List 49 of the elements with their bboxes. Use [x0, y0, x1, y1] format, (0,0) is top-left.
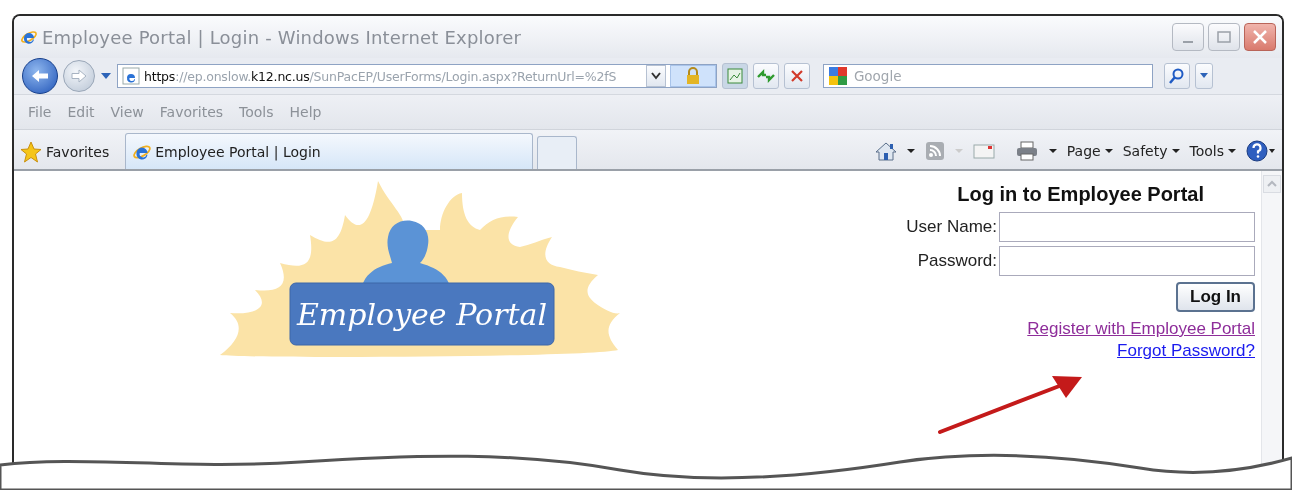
caret-icon	[1200, 73, 1208, 79]
star-icon	[20, 141, 42, 163]
command-menu[interactable]: Tools	[1189, 143, 1236, 159]
maximize-icon	[1217, 31, 1231, 43]
arrows-icon	[756, 68, 776, 84]
link[interactable]: Forgot Password?	[1117, 340, 1255, 362]
compatibility-view-icon[interactable]	[722, 63, 748, 89]
url-text: https://ep.onslow.k12.nc.us/SunPacEP/UserForms/Login.aspx?ReturnUrl=%2fS	[144, 68, 618, 84]
help-icon[interactable]	[1246, 140, 1276, 162]
search-options-button[interactable]	[1195, 63, 1213, 89]
login-heading: Log in to Employee Portal	[957, 183, 1204, 206]
refresh-icon[interactable]	[753, 63, 779, 89]
login-button[interactable]: Log In	[1176, 282, 1255, 312]
home-icon[interactable]	[874, 141, 897, 161]
dropdown-caret-icon[interactable]	[646, 65, 666, 87]
search-box[interactable]: Google	[823, 64, 1153, 88]
chevron-icon	[651, 72, 661, 80]
browser-tab[interactable]: Employee Portal | Login	[125, 133, 534, 169]
feed-icon[interactable]	[924, 141, 945, 161]
cross-icon	[790, 69, 804, 83]
minimize-button[interactable]	[1172, 23, 1204, 51]
page-icon	[122, 67, 140, 85]
field-label: User Name:	[906, 217, 997, 237]
browser-logo-icon	[20, 28, 38, 46]
forward-button[interactable]	[63, 60, 95, 92]
close-button[interactable]	[1244, 23, 1276, 51]
field-label: Password:	[917, 251, 997, 271]
close-icon	[1252, 30, 1268, 44]
window-title: Employee Portal | Login - Windows Internet Explorer	[42, 26, 521, 48]
input-field[interactable]	[999, 212, 1255, 242]
command-menu[interactable]: Page	[1066, 143, 1113, 159]
logo-text: Employee Portal	[296, 297, 548, 332]
command-menu[interactable]: Safety	[1122, 143, 1180, 159]
address-field[interactable]: https://ep.onslow.k12.nc.us/SunPacEP/UserForms/Login.aspx?ReturnUrl=%2fS	[117, 64, 717, 88]
stop-icon[interactable]	[784, 63, 810, 89]
printer-icon[interactable]	[1014, 141, 1039, 161]
lock-shape-icon	[685, 67, 701, 85]
search-button[interactable]	[1164, 63, 1190, 89]
link[interactable]: Register with Employee Portal	[1027, 318, 1255, 340]
back-button[interactable]	[22, 58, 58, 94]
minimize-icon	[1183, 41, 1193, 43]
favorites-button[interactable]: Favorites	[20, 135, 126, 169]
mail-icon[interactable]	[972, 143, 995, 159]
input-field[interactable]	[999, 246, 1255, 276]
forward-arrow-icon	[70, 69, 88, 83]
back-arrow-icon	[30, 68, 50, 84]
four-squares-icon	[828, 66, 848, 86]
search-icon	[1169, 68, 1185, 84]
picture-frame-icon	[726, 67, 744, 85]
